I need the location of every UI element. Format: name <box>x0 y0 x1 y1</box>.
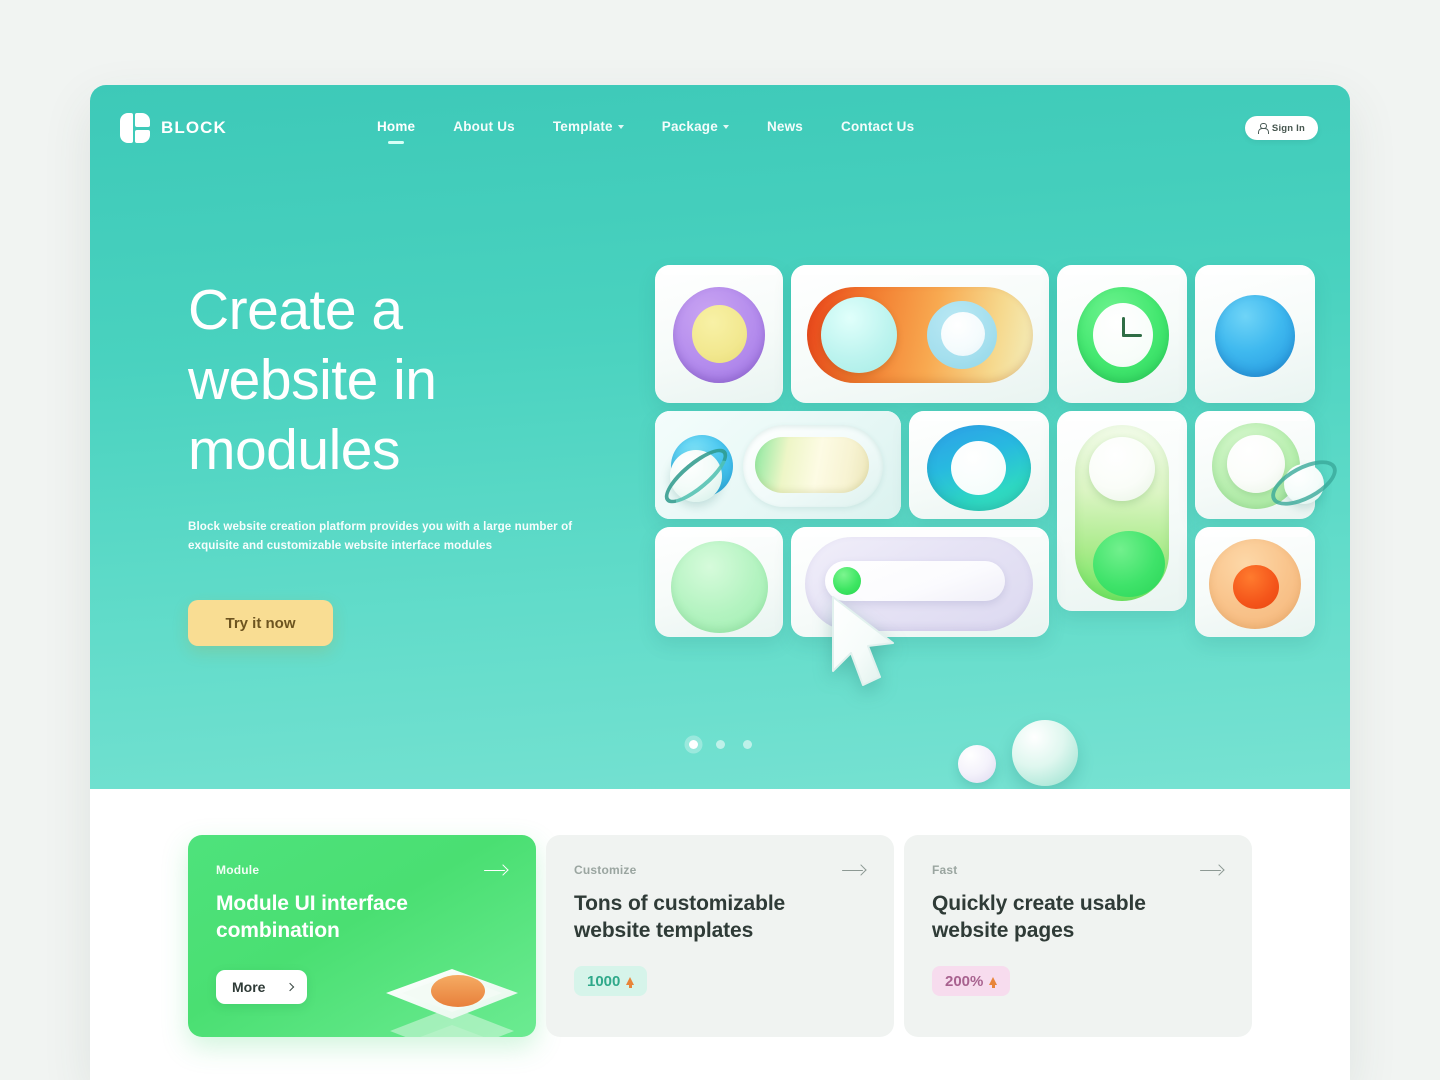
tile-clock-progress <box>1057 265 1187 403</box>
hero-subtitle: Block website creation platform provides… <box>188 520 573 552</box>
card-header: Module <box>216 863 508 877</box>
card-kicker: Customize <box>574 863 637 877</box>
sign-in-label: Sign In <box>1271 122 1305 134</box>
card-title: Tons of customizable website templates <box>574 892 786 942</box>
nav-item-label: About Us <box>453 118 515 134</box>
card-header: Customize <box>574 863 866 877</box>
tile-purple-circle <box>655 265 783 403</box>
badge-value: 200% <box>945 972 984 990</box>
card-kicker: Module <box>216 863 260 877</box>
more-button[interactable]: More <box>216 970 308 1004</box>
lilac-sphere-decoration <box>958 745 996 783</box>
brand-name: BLOCK <box>161 118 227 137</box>
tile-orange-toggle <box>791 265 1049 403</box>
arrow-right-icon[interactable] <box>484 863 508 877</box>
hero-illustration <box>570 195 1350 789</box>
feature-card-customize[interactable]: Customize Tons of customizable website t… <box>546 835 894 1037</box>
nav-item-contact-us[interactable]: Contact Us <box>841 113 914 144</box>
arrow-up-icon <box>626 977 635 988</box>
hero-title-line-3: modules <box>188 418 400 482</box>
nav-item-label: Template <box>552 118 613 134</box>
nav-item-label: Home <box>376 118 416 134</box>
tile-teal-donut <box>909 411 1049 519</box>
arrow-up-icon <box>989 977 998 988</box>
status-badge: 1000 <box>574 966 648 996</box>
arrow-right-icon[interactable] <box>1200 863 1224 877</box>
more-button-label: More <box>232 979 266 995</box>
nav-item-label: News <box>766 118 804 134</box>
nav-links: Home About Us Template Package News Cont… <box>377 113 914 144</box>
page-root: BLOCK Home About Us Template Package New… <box>0 0 1440 1080</box>
sign-in-button[interactable]: Sign In <box>1244 116 1318 140</box>
hero-title-line-1: Create a <box>188 278 403 342</box>
nav-item-package[interactable]: Package <box>662 113 729 144</box>
tile-mint-circle <box>655 527 783 637</box>
tile-orange-circle <box>1195 527 1315 637</box>
block-logo-icon <box>120 113 150 143</box>
nav-item-label: Contact Us <box>841 118 915 134</box>
hero-copy: Create a website in modules Block websit… <box>188 275 618 646</box>
tile-vertical-slider <box>1057 411 1187 611</box>
card-kicker: Fast <box>932 863 958 877</box>
carousel-dot-2[interactable] <box>715 740 725 749</box>
module-tile-grid <box>655 265 1315 637</box>
feature-card-fast[interactable]: Fast Quickly create usable website pages… <box>904 835 1252 1037</box>
user-icon <box>1258 123 1269 134</box>
feature-cards: Module Module UI interface combination M… <box>188 835 1252 1037</box>
card-title: Quickly create usable website pages <box>932 892 1146 942</box>
feature-card-module[interactable]: Module Module UI interface combination M… <box>188 835 536 1037</box>
brand[interactable]: BLOCK <box>120 113 227 143</box>
status-badge: 200% <box>932 966 1011 996</box>
nav-item-template[interactable]: Template <box>553 113 624 144</box>
cursor-3d-icon <box>832 596 894 686</box>
carousel-dot-3[interactable] <box>742 740 752 749</box>
feature-cards-section: Module Module UI interface combination M… <box>90 789 1350 1080</box>
planet-left-decoration <box>657 440 735 512</box>
nav-item-about-us[interactable]: About Us <box>453 113 515 144</box>
nav-item-home[interactable]: Home <box>377 113 415 144</box>
chevron-down-icon <box>722 125 729 129</box>
arrow-right-icon[interactable] <box>842 863 866 877</box>
chevron-right-icon <box>286 982 295 992</box>
website-shell: BLOCK Home About Us Template Package New… <box>90 85 1350 1080</box>
card-header: Fast <box>932 863 1224 877</box>
planet-right-decoration <box>1264 450 1344 518</box>
tile-blue-circle <box>1195 265 1315 403</box>
hero-section: BLOCK Home About Us Template Package New… <box>90 85 1350 789</box>
hero-title-line-2: website in <box>188 348 437 412</box>
mint-sphere-decoration <box>1012 720 1078 786</box>
card-3d-illustration <box>386 969 518 1037</box>
card-title: Module UI interface combination <box>216 892 408 942</box>
main-navbar: BLOCK Home About Us Template Package New… <box>90 85 1350 171</box>
badge-value: 1000 <box>587 972 621 990</box>
carousel-dot-1[interactable] <box>688 740 698 749</box>
try-it-now-button[interactable]: Try it now <box>188 600 333 646</box>
carousel-dots <box>90 740 1350 749</box>
hero-title: Create a website in modules <box>188 275 618 485</box>
chevron-down-icon <box>617 125 624 129</box>
nav-item-label: Package <box>661 118 718 134</box>
nav-item-news[interactable]: News <box>767 113 803 144</box>
